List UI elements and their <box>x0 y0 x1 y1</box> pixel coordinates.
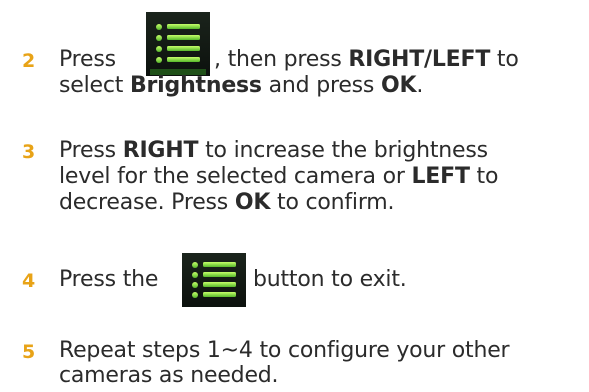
step-2-line-1: Press <box>59 49 116 71</box>
step-4-line-1: Press the <box>59 269 158 291</box>
step-keyword: Brightness <box>129 73 262 98</box>
step-keyword: RIGHT <box>122 138 199 163</box>
step-text: to <box>490 47 519 72</box>
step-3-line-3: decrease. Press OK to confirm. <box>59 190 395 215</box>
step-keyword: RIGHT/LEFT <box>348 47 491 72</box>
step-keyword: OK <box>234 190 271 215</box>
step-text: level for the selected camera or <box>59 164 412 189</box>
step-text: Repeat steps 1~4 to configure your other <box>59 338 510 363</box>
step-text: , then press <box>214 47 349 72</box>
step-number: 5 <box>22 341 36 363</box>
step-text: Press the <box>59 267 159 292</box>
step-text: button to exit. <box>253 267 407 292</box>
step-keyword: LEFT <box>411 164 470 189</box>
step-text: to confirm. <box>270 190 395 215</box>
step-text: decrease. Press <box>59 190 235 215</box>
step-3-line-1: Press RIGHT to increase the brightness <box>59 140 488 162</box>
menu-list-icon <box>146 12 210 76</box>
step-text: . <box>416 73 424 98</box>
step-5-line-1: Repeat steps 1~4 to configure your other <box>59 338 510 363</box>
menu-list-icon <box>182 253 246 307</box>
step-3-line-2: level for the selected camera or LEFT to <box>59 166 498 188</box>
step-2-line-1-cont: , then press RIGHT/LEFT to <box>214 49 519 71</box>
step-text: select <box>59 73 130 98</box>
step-number: 3 <box>22 141 36 163</box>
step-number: 2 <box>22 50 36 72</box>
step-number: 4 <box>22 270 36 292</box>
step-text: and press <box>261 73 381 98</box>
step-text: to <box>469 164 499 189</box>
step-5-line-2: cameras as needed. <box>59 363 279 388</box>
step-keyword: OK <box>380 73 417 98</box>
step-text: Press <box>59 138 123 163</box>
step-4-line-1-cont: button to exit. <box>253 269 407 291</box>
step-2-line-2: select Brightness and press OK. <box>59 75 423 97</box>
step-text: to increase the brightness <box>198 138 488 163</box>
step-text: cameras as needed. <box>59 363 279 388</box>
step-text: Press <box>59 47 116 72</box>
